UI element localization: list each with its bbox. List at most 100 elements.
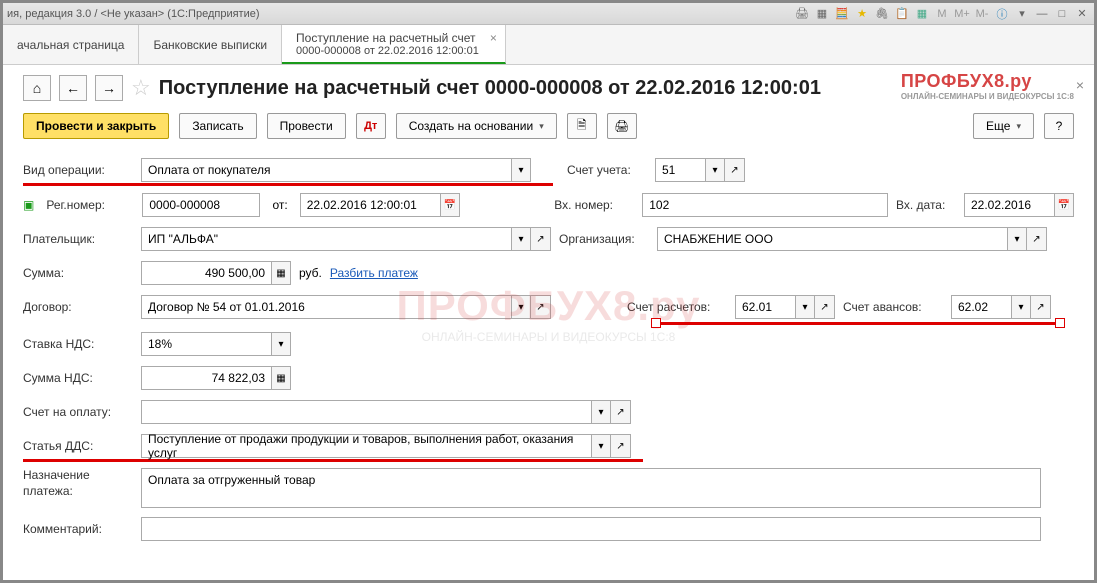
- dds-value[interactable]: Поступление от продажи продукции и товар…: [141, 434, 591, 458]
- vat-rate-select[interactable]: 18% ▾: [141, 332, 291, 356]
- attach-icon[interactable]: 🖇: [874, 6, 890, 22]
- comment-input[interactable]: [141, 517, 1041, 541]
- calc-icon[interactable]: ▦: [271, 261, 291, 285]
- dropdown-icon[interactable]: ▾: [1014, 6, 1030, 22]
- close-window-icon[interactable]: ✕: [1074, 6, 1090, 22]
- chevron-down-icon[interactable]: ▾: [705, 158, 725, 182]
- chevron-down-icon[interactable]: ▾: [511, 227, 531, 251]
- m-icon[interactable]: M: [934, 6, 950, 22]
- regnum-date-input[interactable]: 22.02.2016 12:00:01 📅: [300, 193, 460, 217]
- acc-advances-select[interactable]: 62.02 ▾ ↗: [951, 295, 1051, 319]
- calendar-icon[interactable]: 📅: [1054, 193, 1074, 217]
- invoice-value[interactable]: [141, 400, 591, 424]
- submit-close-button[interactable]: Провести и закрыть: [23, 113, 169, 139]
- maximize-icon[interactable]: □: [1054, 6, 1070, 22]
- incoming-date-input[interactable]: 22.02.2016 📅: [964, 193, 1074, 217]
- back-button[interactable]: ←: [59, 75, 87, 101]
- vat-rate-value[interactable]: 18%: [141, 332, 271, 356]
- home-button[interactable]: ⌂: [23, 75, 51, 101]
- attach-button[interactable]: 🗎: [567, 113, 597, 139]
- open-icon[interactable]: ↗: [611, 400, 631, 424]
- vat-sum-value[interactable]: 74 822,03: [141, 366, 271, 390]
- info-icon[interactable]: ⓘ: [994, 6, 1010, 22]
- m-minus-icon[interactable]: M-: [974, 6, 990, 22]
- calendar-icon[interactable]: 📋: [894, 6, 910, 22]
- page-title: Поступление на расчетный счет 0000-00000…: [159, 77, 821, 100]
- payer-select[interactable]: ИП "АЛЬФА" ▾ ↗: [141, 227, 551, 251]
- account-label: Счет учета:: [567, 163, 647, 177]
- tab-bank-statements[interactable]: Банковские выписки: [139, 25, 282, 64]
- save-button[interactable]: Записать: [179, 113, 256, 139]
- favorite-icon[interactable]: ☆: [131, 75, 151, 101]
- sum-value[interactable]: 490 500,00: [141, 261, 271, 285]
- tab-label-line2: 0000-000008 от 22.02.2016 12:00:01: [296, 45, 479, 57]
- help-button[interactable]: ?: [1044, 113, 1074, 139]
- chevron-down-icon[interactable]: ▾: [591, 400, 611, 424]
- open-icon[interactable]: ↗: [1027, 227, 1047, 251]
- grid-icon[interactable]: ▦: [914, 6, 930, 22]
- m-plus-icon[interactable]: M+: [954, 6, 970, 22]
- account-select[interactable]: 51 ▾ ↗: [655, 158, 745, 182]
- close-icon[interactable]: ×: [490, 31, 497, 45]
- more-button[interactable]: Еще: [973, 113, 1034, 139]
- calc-icon[interactable]: ▦: [271, 366, 291, 390]
- open-icon[interactable]: ↗: [815, 295, 835, 319]
- org-value[interactable]: СНАБЖЕНИЕ ООО: [657, 227, 1007, 251]
- chevron-down-icon[interactable]: ▾: [271, 332, 291, 356]
- org-select[interactable]: СНАБЖЕНИЕ ООО ▾ ↗: [657, 227, 1047, 251]
- incoming-date-value[interactable]: 22.02.2016: [964, 193, 1054, 217]
- forward-button[interactable]: →: [95, 75, 123, 101]
- incoming-num-label: Вх. номер:: [554, 198, 634, 212]
- tab-start-page[interactable]: ачальная страница: [3, 25, 139, 64]
- open-icon[interactable]: ↗: [1031, 295, 1051, 319]
- minimize-icon[interactable]: —: [1034, 6, 1050, 22]
- logo: ПРОФБУХ8.ру ОНЛАЙН-СЕМИНАРЫ И ВИДЕОКУРСЫ…: [901, 71, 1074, 101]
- tab-label: ачальная страница: [17, 38, 124, 52]
- regnum-date-value[interactable]: 22.02.2016 12:00:01: [300, 193, 440, 217]
- dds-label: Статья ДДС:: [23, 439, 133, 453]
- posting-icon-button[interactable]: Дт: [356, 113, 386, 139]
- submit-button[interactable]: Провести: [267, 113, 346, 139]
- chevron-down-icon[interactable]: ▾: [511, 158, 531, 182]
- acc-settlements-select[interactable]: 62.01 ▾ ↗: [735, 295, 835, 319]
- print-button[interactable]: 🖨: [607, 113, 637, 139]
- star-icon[interactable]: ★: [854, 6, 870, 22]
- operation-select[interactable]: Оплата от покупателя ▾: [141, 158, 531, 182]
- invoice-select[interactable]: ▾ ↗: [141, 400, 631, 424]
- contract-select[interactable]: Договор № 54 от 01.01.2016 ▾ ↗: [141, 295, 551, 319]
- chevron-down-icon[interactable]: ▾: [1007, 227, 1027, 251]
- close-icon[interactable]: ×: [1076, 77, 1084, 93]
- acc-settlements-value[interactable]: 62.01: [735, 295, 795, 319]
- open-icon[interactable]: ↗: [531, 295, 551, 319]
- incoming-num-input[interactable]: 102: [642, 193, 888, 217]
- sum-input[interactable]: 490 500,00 ▦: [141, 261, 291, 285]
- calendar-icon[interactable]: 📅: [440, 193, 460, 217]
- chevron-down-icon[interactable]: ▾: [795, 295, 815, 319]
- account-value[interactable]: 51: [655, 158, 705, 182]
- dds-select[interactable]: Поступление от продажи продукции и товар…: [141, 434, 631, 458]
- tab-receipt[interactable]: Поступление на расчетный счет 0000-00000…: [282, 25, 506, 64]
- payer-value[interactable]: ИП "АЛЬФА": [141, 227, 511, 251]
- regnum-label: Рег.номер:: [46, 198, 134, 212]
- create-based-button[interactable]: Создать на основании: [396, 113, 557, 139]
- split-payment-link[interactable]: Разбить платеж: [330, 266, 418, 280]
- titlebar-icons: 🖨 ▦ 🧮 ★ 🖇 📋 ▦ M M+ M- ⓘ ▾ — □ ✕: [794, 6, 1090, 22]
- chevron-down-icon[interactable]: ▾: [1011, 295, 1031, 319]
- chevron-down-icon[interactable]: ▾: [511, 295, 531, 319]
- chevron-down-icon[interactable]: ▾: [591, 434, 611, 458]
- purpose-textarea[interactable]: Оплата за отгруженный товар: [141, 468, 1041, 508]
- layout-icon[interactable]: ▦: [814, 6, 830, 22]
- open-icon[interactable]: ↗: [531, 227, 551, 251]
- vat-sum-input[interactable]: 74 822,03 ▦: [141, 366, 291, 390]
- contract-value[interactable]: Договор № 54 от 01.01.2016: [141, 295, 511, 319]
- regnum-input[interactable]: 0000-000008: [142, 193, 260, 217]
- operation-value[interactable]: Оплата от покупателя: [141, 158, 511, 182]
- open-icon[interactable]: ↗: [725, 158, 745, 182]
- logo-main: ПРОФБУХ8.ру: [901, 71, 1032, 91]
- open-icon[interactable]: ↗: [611, 434, 631, 458]
- incoming-date-label: Вх. дата:: [896, 198, 956, 212]
- payer-label: Плательщик:: [23, 232, 133, 246]
- printer-icon[interactable]: 🖨: [794, 6, 810, 22]
- calc-icon[interactable]: 🧮: [834, 6, 850, 22]
- acc-advances-value[interactable]: 62.02: [951, 295, 1011, 319]
